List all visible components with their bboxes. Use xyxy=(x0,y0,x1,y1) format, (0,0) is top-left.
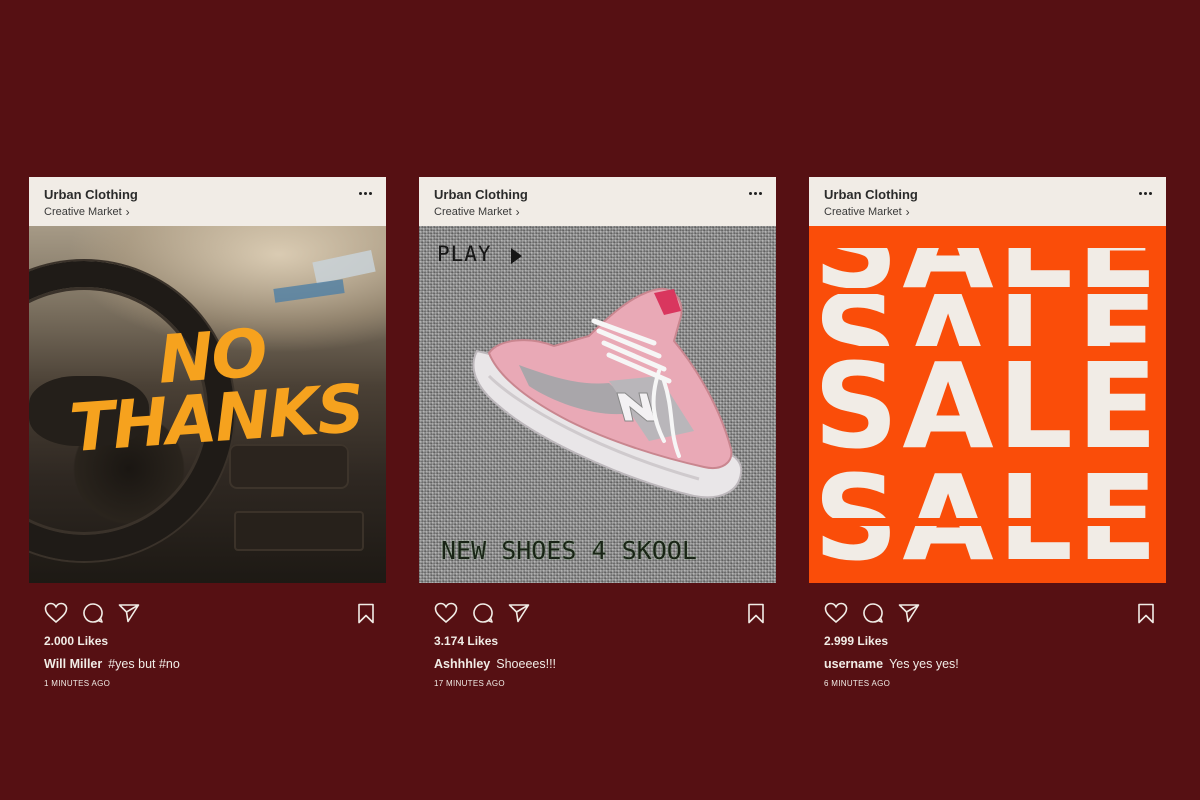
comment-icon[interactable] xyxy=(472,602,494,624)
post-timestamp: 1 MINUTES AGO xyxy=(44,679,111,688)
dashboard-paper xyxy=(273,279,345,303)
account-subtitle: Creative Market xyxy=(824,206,902,218)
post-actions: 2.999 Likes username Yes yes yes! 6 MINUT… xyxy=(809,583,1166,697)
post-caption: Will Miller #yes but #no xyxy=(44,657,180,671)
sale-word: SALE xyxy=(809,248,1166,288)
caption-username[interactable]: username xyxy=(824,657,883,671)
action-icons xyxy=(434,602,530,624)
vhs-play-label: PLAY xyxy=(437,242,492,266)
post-image[interactable]: PLAY NEW SHOES 4 SKOOL xyxy=(419,226,776,583)
share-icon[interactable] xyxy=(118,603,140,623)
headline-line: THANKS xyxy=(67,369,366,468)
sale-word-cropped: SALE xyxy=(809,466,1166,518)
post-caption: username Yes yes yes! xyxy=(824,657,959,671)
sneaker-image xyxy=(472,287,743,499)
image-headline: NO THANKS xyxy=(45,314,383,468)
action-icons xyxy=(824,602,920,624)
sale-word: SALE xyxy=(809,526,1166,562)
comment-icon[interactable] xyxy=(862,602,884,624)
bookmark-icon[interactable] xyxy=(1137,603,1155,624)
account-subtitle-link[interactable]: Creative Market › xyxy=(44,205,130,219)
post-header: Urban Clothing Creative Market › xyxy=(419,177,776,226)
likes-count[interactable]: 3.174 Likes xyxy=(434,634,498,648)
vhs-caption: NEW SHOES 4 SKOOL xyxy=(441,536,697,565)
comment-icon[interactable] xyxy=(82,602,104,624)
account-name[interactable]: Urban Clothing xyxy=(824,187,1151,202)
more-icon[interactable] xyxy=(1139,192,1152,195)
more-icon[interactable] xyxy=(359,192,372,195)
post-image[interactable]: SALE SALE SALE SALE SALE xyxy=(809,226,1166,583)
heart-icon[interactable] xyxy=(824,602,848,624)
post-timestamp: 17 MINUTES AGO xyxy=(434,679,505,688)
caption-username[interactable]: Will Miller xyxy=(44,657,102,671)
share-icon[interactable] xyxy=(508,603,530,623)
caption-username[interactable]: Ashhhley xyxy=(434,657,490,671)
post-caption: Ashhhley Shoeees!!! xyxy=(434,657,556,671)
share-icon[interactable] xyxy=(898,603,920,623)
sale-word: SALE xyxy=(809,294,1166,346)
sale-word-cropped: SALE xyxy=(809,248,1166,288)
caption-text: Yes yes yes! xyxy=(889,657,959,671)
bookmark-icon[interactable] xyxy=(747,603,765,624)
more-icon[interactable] xyxy=(749,192,762,195)
likes-count[interactable]: 2.000 Likes xyxy=(44,634,108,648)
car-radio xyxy=(234,511,364,551)
account-name[interactable]: Urban Clothing xyxy=(44,187,371,202)
sale-word: SALE xyxy=(809,466,1166,518)
caption-text: #yes but #no xyxy=(108,657,180,671)
caption-text: Shoeees!!! xyxy=(496,657,557,671)
chevron-right-icon: › xyxy=(515,205,520,219)
likes-count[interactable]: 2.999 Likes xyxy=(824,634,888,648)
chevron-right-icon: › xyxy=(905,205,910,219)
account-subtitle-link[interactable]: Creative Market › xyxy=(824,205,910,219)
post-card: Urban Clothing Creative Market › NO THAN… xyxy=(29,177,386,697)
post-header: Urban Clothing Creative Market › xyxy=(29,177,386,226)
account-name[interactable]: Urban Clothing xyxy=(434,187,761,202)
post-timestamp: 6 MINUTES AGO xyxy=(824,679,891,688)
dashboard-paper xyxy=(312,250,376,284)
play-icon xyxy=(511,248,522,264)
post-image[interactable]: NO THANKS xyxy=(29,226,386,583)
account-subtitle: Creative Market xyxy=(434,206,512,218)
action-icons xyxy=(44,602,140,624)
account-subtitle-link[interactable]: Creative Market › xyxy=(434,205,520,219)
account-subtitle: Creative Market xyxy=(44,206,122,218)
heart-icon[interactable] xyxy=(44,602,68,624)
chevron-right-icon: › xyxy=(125,205,130,219)
sale-word-cropped: SALE xyxy=(809,294,1166,346)
sale-word-cropped: SALE xyxy=(809,526,1166,562)
sale-word: SALE xyxy=(813,354,1162,458)
post-header: Urban Clothing Creative Market › xyxy=(809,177,1166,226)
sale-word-full: SALE xyxy=(809,354,1166,458)
post-actions: 2.000 Likes Will Miller #yes but #no 1 MI… xyxy=(29,583,386,697)
bookmark-icon[interactable] xyxy=(357,603,375,624)
post-actions: 3.174 Likes Ashhhley Shoeees!!! 17 MINUTE… xyxy=(419,583,776,697)
post-card: Urban Clothing Creative Market › SALE SA… xyxy=(809,177,1166,697)
post-card: Urban Clothing Creative Market › PLAY NE… xyxy=(419,177,776,697)
heart-icon[interactable] xyxy=(434,602,458,624)
